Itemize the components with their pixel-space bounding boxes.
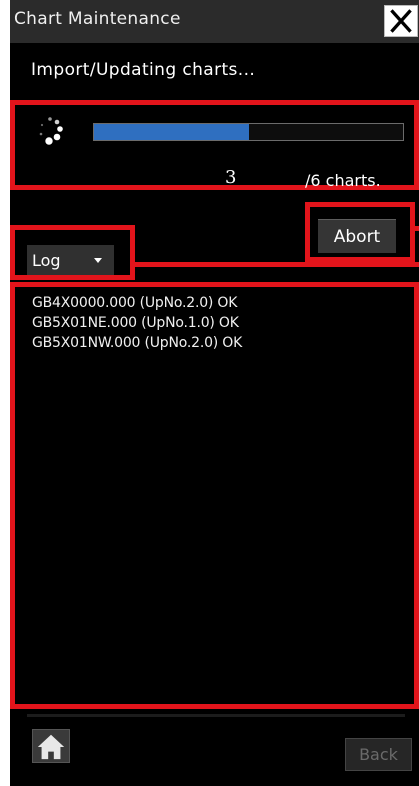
- close-x-icon: [390, 9, 412, 33]
- progress-fill: [94, 124, 249, 140]
- view-select[interactable]: Log: [27, 245, 114, 275]
- caret-down-icon: [94, 258, 102, 263]
- progress-bar: [93, 123, 404, 141]
- highlight-connector: [135, 262, 419, 267]
- log-panel[interactable]: GB4X0000.000 (UpNo.2.0) OK GB5X01NE.000 (…: [10, 282, 419, 709]
- log-entry: GB4X0000.000 (UpNo.2.0) OK: [32, 295, 238, 311]
- status-message: Import/Updating charts...: [31, 60, 256, 80]
- close-button[interactable]: [384, 5, 418, 37]
- loading-spinner-icon: [39, 117, 63, 145]
- home-button[interactable]: [32, 729, 70, 763]
- log-entry: GB5X01NW.000 (UpNo.2.0) OK: [32, 335, 243, 351]
- home-icon: [37, 734, 65, 760]
- highlight-connector-tail: [412, 226, 419, 231]
- title-bar: Chart Maintenance: [10, 0, 419, 43]
- footer-divider: [27, 714, 405, 717]
- progress-current-count: 3: [225, 167, 237, 188]
- window-title: Chart Maintenance: [14, 9, 181, 29]
- progress-total-label: /6 charts.: [305, 171, 381, 190]
- log-entry: GB5X01NE.000 (UpNo.1.0) OK: [32, 315, 239, 331]
- chart-maintenance-window: Chart Maintenance Import/Updating charts…: [10, 0, 419, 786]
- abort-button[interactable]: Abort: [318, 219, 396, 253]
- log-list: GB4X0000.000 (UpNo.2.0) OK GB5X01NE.000 (…: [32, 293, 242, 353]
- view-select-value: Log: [32, 251, 61, 270]
- progress-panel: 3 /6 charts.: [10, 100, 419, 190]
- back-button[interactable]: Back: [345, 738, 412, 771]
